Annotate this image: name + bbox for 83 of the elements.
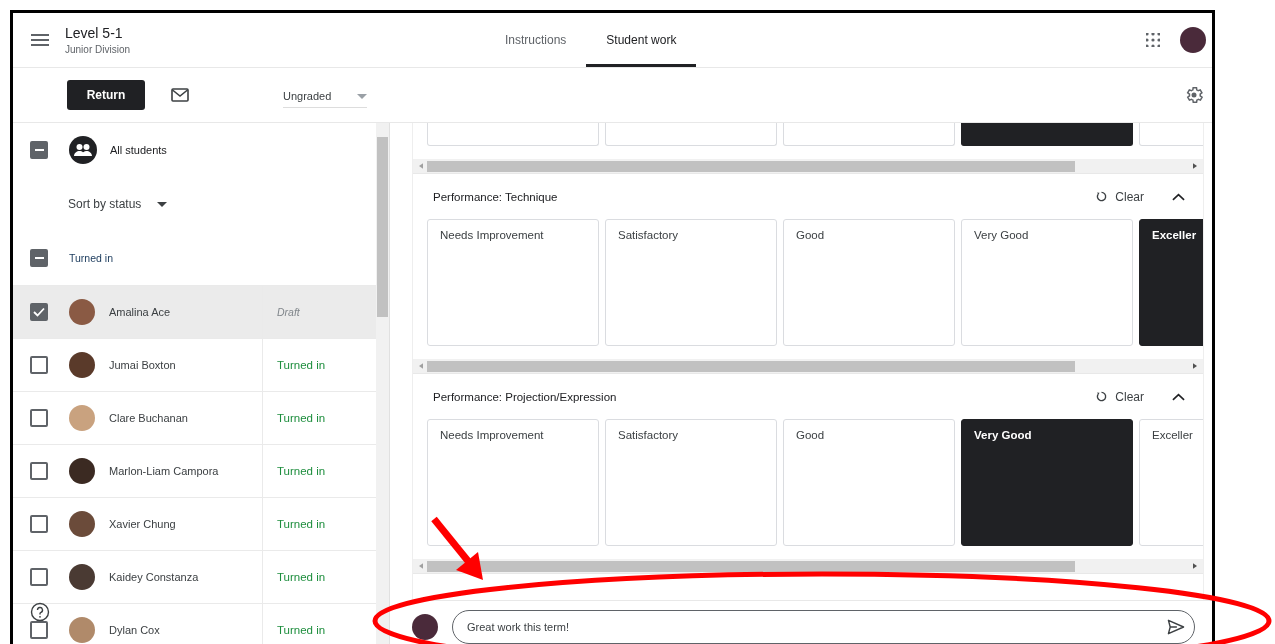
reset-icon xyxy=(1096,191,1108,202)
submission-status: Turned in xyxy=(277,359,326,371)
submission-status: Draft xyxy=(277,306,300,318)
student-row[interactable]: Clare Buchanan Turned in xyxy=(13,391,376,444)
user-avatar xyxy=(412,614,438,640)
student-name: Amalina Ace xyxy=(109,306,171,318)
student-checkbox[interactable] xyxy=(30,515,48,533)
user-avatar[interactable] xyxy=(1180,27,1206,53)
sort-dropdown[interactable]: Sort by status xyxy=(68,197,168,211)
student-checkbox[interactable] xyxy=(30,621,48,639)
rating-card[interactable]: Satisfactory xyxy=(605,419,777,546)
student-row[interactable]: Marlon-Liam Campora Turned in xyxy=(13,444,376,497)
student-name: Xavier Chung xyxy=(109,518,176,530)
student-avatar xyxy=(69,511,95,537)
horizontal-scrollbar[interactable] xyxy=(413,359,1203,373)
clear-button[interactable]: Clear xyxy=(1096,389,1144,404)
student-name: Marlon-Liam Campora xyxy=(109,465,219,477)
rating-card[interactable]: Good xyxy=(783,219,955,346)
student-avatar xyxy=(69,405,95,431)
submission-status: Turned in xyxy=(277,412,326,424)
dropdown-caret-icon xyxy=(157,201,168,207)
student-row[interactable]: Amalina Ace Draft xyxy=(13,285,376,338)
student-avatar xyxy=(69,352,95,378)
tab[interactable]: Instructions xyxy=(485,13,587,67)
student-name: Jumai Boxton xyxy=(109,359,176,371)
student-checkbox[interactable] xyxy=(30,303,48,321)
student-row[interactable]: Xavier Chung Turned in xyxy=(13,497,376,550)
submission-status: Turned in xyxy=(277,571,326,583)
rating-card[interactable]: Exceller xyxy=(1139,419,1203,546)
return-button[interactable]: Return xyxy=(67,80,145,110)
apps-grid-icon[interactable] xyxy=(1146,33,1160,47)
mail-icon[interactable] xyxy=(171,88,189,102)
dropdown-caret-icon xyxy=(357,93,367,99)
scroll-right-icon[interactable] xyxy=(1193,163,1197,169)
student-row[interactable]: Jumai Boxton Turned in xyxy=(13,338,376,391)
student-name: Kaidey Constanza xyxy=(109,571,199,583)
student-checkbox[interactable] xyxy=(30,356,48,374)
student-checkbox[interactable] xyxy=(30,462,48,480)
rating-card[interactable]: Satisfactory xyxy=(605,219,777,346)
group-checkbox[interactable] xyxy=(30,249,48,267)
menu-icon[interactable] xyxy=(31,34,49,46)
student-row[interactable]: Kaidey Constanza Turned in xyxy=(13,550,376,603)
comment-field[interactable]: Great work this term! xyxy=(452,610,1195,644)
rating-card[interactable]: Needs Improvement xyxy=(427,219,599,346)
settings-icon[interactable] xyxy=(1184,85,1204,105)
submission-status: Turned in xyxy=(277,624,326,636)
help-icon[interactable] xyxy=(30,602,50,622)
collapse-chevron-icon[interactable] xyxy=(1172,192,1185,201)
student-name: Clare Buchanan xyxy=(109,412,188,424)
scroll-right-icon[interactable] xyxy=(1193,563,1197,569)
criterion-title: Performance: Technique xyxy=(433,190,559,203)
group-label: Turned in xyxy=(69,252,113,264)
rating-card[interactable]: Needs Improvement xyxy=(427,419,599,546)
vertical-scrollbar[interactable] xyxy=(376,123,389,644)
student-avatar xyxy=(69,564,95,590)
collapse-chevron-icon[interactable] xyxy=(1172,392,1185,401)
rating-card[interactable]: Good xyxy=(783,419,955,546)
student-checkbox[interactable] xyxy=(30,409,48,427)
class-title: Level 5-1 xyxy=(65,25,124,41)
class-subtitle: Junior Division xyxy=(65,44,132,55)
student-checkbox[interactable] xyxy=(30,568,48,586)
tab[interactable]: Student work xyxy=(586,13,697,67)
student-name: Dylan Cox xyxy=(109,624,160,636)
select-all-checkbox[interactable] xyxy=(30,141,48,159)
clear-button[interactable]: Clear xyxy=(1096,189,1144,204)
horizontal-scrollbar[interactable] xyxy=(413,559,1203,573)
student-avatar xyxy=(69,617,95,643)
checkmark-icon xyxy=(33,307,45,317)
student-avatar xyxy=(69,299,95,325)
rating-card[interactable]: Exceller xyxy=(1139,219,1203,346)
submission-status: Turned in xyxy=(277,518,326,530)
all-students-label[interactable]: All students xyxy=(110,144,167,156)
submission-status: Turned in xyxy=(277,465,326,477)
reset-icon xyxy=(1096,391,1108,402)
criterion-title: Performance: Projection/Expression xyxy=(433,390,618,403)
rating-card[interactable]: Very Good xyxy=(961,219,1133,346)
scroll-right-icon[interactable] xyxy=(1193,363,1197,369)
horizontal-scrollbar[interactable] xyxy=(413,159,1203,173)
rating-card[interactable]: Very Good xyxy=(961,419,1133,546)
grade-filter-dropdown[interactable]: Ungraded xyxy=(283,90,367,108)
send-icon[interactable] xyxy=(1167,619,1185,635)
student-avatar xyxy=(69,458,95,484)
group-icon xyxy=(69,136,97,164)
